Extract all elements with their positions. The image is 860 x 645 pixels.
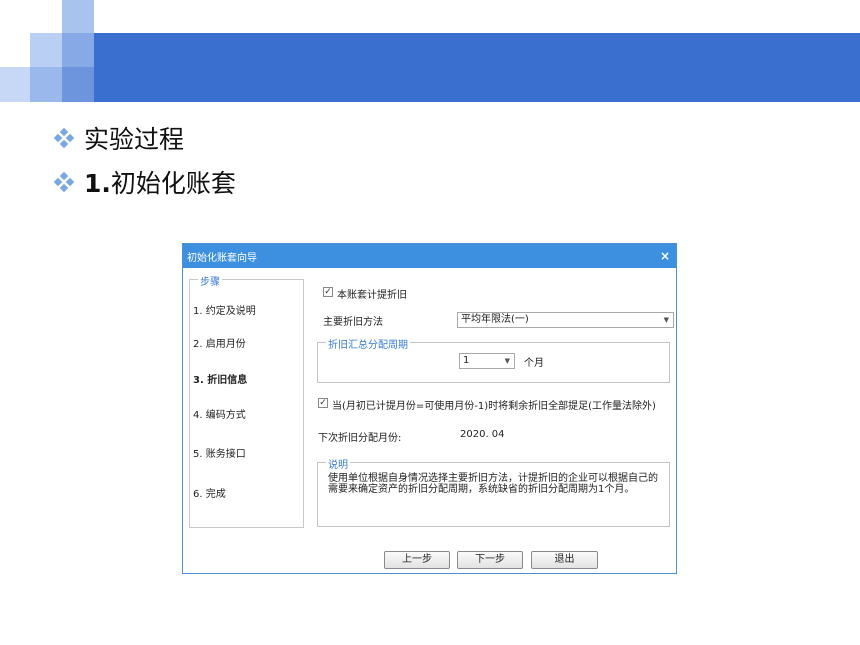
method-value: 平均年限法(一) bbox=[461, 314, 529, 325]
step-item: 4. 编码方式 bbox=[193, 410, 246, 421]
depreciation-checkbox-label: 本账套计提折旧 bbox=[337, 290, 407, 301]
steps-panel: 步骤 1. 约定及说明 2. 启用月份 3. 折旧信息 4. 编码方式 5. 账… bbox=[189, 273, 304, 528]
decor-square bbox=[30, 67, 62, 102]
decor-square bbox=[62, 33, 94, 67]
step-item-active: 3. 折旧信息 bbox=[193, 375, 248, 386]
chevron-down-icon: ▼ bbox=[663, 316, 669, 324]
next-alloc-value: 2020. 04 bbox=[460, 429, 505, 440]
description-text: 使用单位根据自身情况选择主要折旧方法，计提折旧的企业可以根据自己的需要来确定资产… bbox=[328, 473, 658, 495]
depreciation-method-select[interactable]: 平均年限法(一) ▼ bbox=[457, 312, 674, 328]
step-item: 6. 完成 bbox=[193, 489, 226, 500]
step-item: 1. 约定及说明 bbox=[193, 306, 256, 317]
init-account-wizard-dialog: 初始化账套向导 × 步骤 1. 约定及说明 2. 启用月份 3. 折旧信息 4.… bbox=[182, 243, 677, 574]
bullet-item: 1.初始化账套 bbox=[53, 164, 236, 200]
bullet-text: 1.初始化账套 bbox=[84, 169, 236, 198]
dialog-title: 初始化账套向导 bbox=[187, 252, 257, 264]
prev-button[interactable]: 上一步 bbox=[384, 551, 450, 569]
next-button[interactable]: 下一步 bbox=[457, 551, 523, 569]
bullet-text: 实验过程 bbox=[84, 125, 185, 154]
step-item: 5. 账务接口 bbox=[193, 449, 246, 460]
step-item: 2. 启用月份 bbox=[193, 339, 246, 350]
decor-square bbox=[62, 0, 94, 33]
bullet-item: 实验过程 bbox=[53, 120, 185, 156]
wizard-content: ✓ 本账套计提折旧 主要折旧方法 平均年限法(一) ▼ 折旧汇总分配周期 1 ▼… bbox=[317, 277, 674, 557]
remaining-depreciation-checkbox[interactable]: ✓ bbox=[318, 398, 328, 408]
exit-button[interactable]: 退出 bbox=[531, 551, 598, 569]
alloc-period-select[interactable]: 1 ▼ bbox=[459, 353, 515, 369]
close-icon[interactable]: × bbox=[654, 249, 676, 263]
decor-square bbox=[62, 67, 94, 102]
dialog-titlebar: 初始化账套向导 × bbox=[183, 244, 676, 268]
depreciation-checkbox[interactable]: ✓ bbox=[323, 287, 333, 297]
description-legend: 说明 bbox=[326, 456, 350, 471]
slide-header-bar bbox=[94, 33, 860, 102]
diamond-bullet-icon bbox=[53, 127, 75, 149]
description-group: 说明 使用单位根据自身情况选择主要折旧方法，计提折旧的企业可以根据自己的需要来确… bbox=[317, 456, 670, 527]
period-value: 1 bbox=[463, 355, 470, 366]
alloc-period-group: 折旧汇总分配周期 1 ▼ 个月 bbox=[317, 336, 670, 383]
decor-square bbox=[0, 67, 30, 102]
decor-square bbox=[30, 33, 62, 67]
chevron-down-icon: ▼ bbox=[504, 357, 510, 365]
remaining-depreciation-label: 当(月初已计提月份=可使用月份-1)时将剩余折旧全部提足(工作量法除外) bbox=[332, 401, 656, 412]
period-unit: 个月 bbox=[524, 358, 544, 369]
diamond-bullet-icon bbox=[53, 171, 75, 193]
steps-legend: 步骤 bbox=[198, 273, 222, 288]
method-label: 主要折旧方法 bbox=[323, 317, 383, 328]
alloc-period-legend: 折旧汇总分配周期 bbox=[326, 336, 410, 351]
next-alloc-label: 下次折旧分配月份: bbox=[318, 433, 402, 444]
